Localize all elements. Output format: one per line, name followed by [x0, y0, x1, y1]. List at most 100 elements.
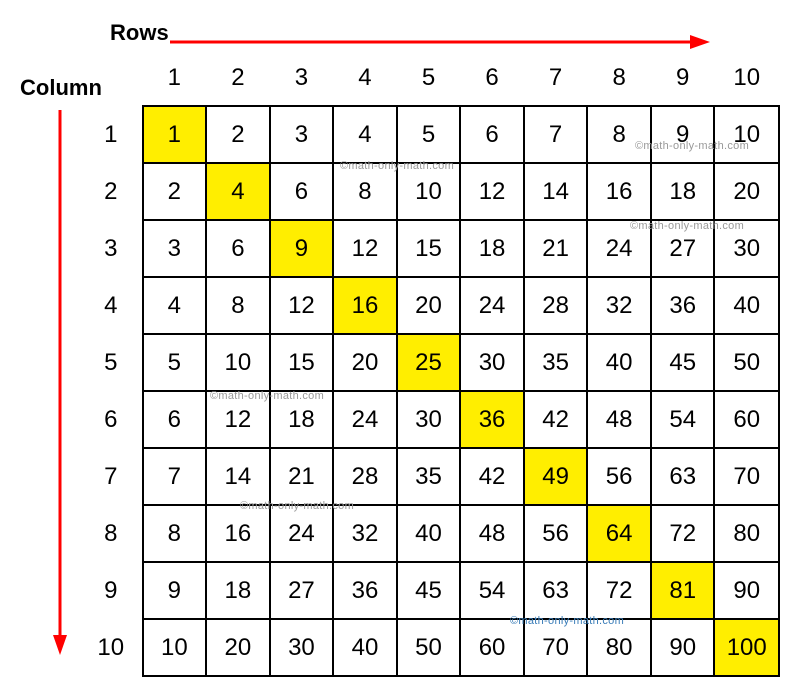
cell: 18 — [270, 391, 334, 448]
cell: 6 — [460, 106, 524, 163]
cell: 15 — [270, 334, 334, 391]
cell: 30 — [397, 391, 461, 448]
table-row: 3 3 6 9 12 15 18 21 24 27 30 — [80, 220, 779, 277]
multiplication-table: 1 2 3 4 5 6 7 8 9 10 1 1 2 3 4 5 6 7 8 — [80, 50, 780, 677]
cell: 90 — [651, 619, 715, 676]
cell: 80 — [587, 619, 651, 676]
cell: 50 — [714, 334, 779, 391]
cell: 63 — [524, 562, 588, 619]
col-header: 9 — [651, 50, 715, 106]
table-row: 6 6 12 18 24 30 36 42 48 54 60 — [80, 391, 779, 448]
cell: 14 — [206, 448, 270, 505]
cell: 27 — [270, 562, 334, 619]
cell: 6 — [143, 391, 207, 448]
cell: 16 — [206, 505, 270, 562]
cell: 18 — [651, 163, 715, 220]
row-header: 3 — [80, 220, 143, 277]
cell: 72 — [587, 562, 651, 619]
cell: 80 — [714, 505, 779, 562]
cell: 7 — [143, 448, 207, 505]
cell: 12 — [270, 277, 334, 334]
cell: 24 — [587, 220, 651, 277]
cell: 48 — [460, 505, 524, 562]
cell: 3 — [270, 106, 334, 163]
cell: 12 — [333, 220, 397, 277]
col-header: 3 — [270, 50, 334, 106]
cell: 2 — [206, 106, 270, 163]
cell: 42 — [460, 448, 524, 505]
cell: 30 — [460, 334, 524, 391]
rows-axis-label: Rows — [110, 20, 169, 46]
cell: 20 — [714, 163, 779, 220]
header-row: 1 2 3 4 5 6 7 8 9 10 — [80, 50, 779, 106]
cell: 28 — [524, 277, 588, 334]
cell: 21 — [524, 220, 588, 277]
cell: 24 — [460, 277, 524, 334]
cell: 72 — [651, 505, 715, 562]
cell: 45 — [397, 562, 461, 619]
cell: 45 — [651, 334, 715, 391]
cell: 50 — [397, 619, 461, 676]
cell: 4 — [206, 163, 270, 220]
cell: 24 — [333, 391, 397, 448]
cell: 60 — [460, 619, 524, 676]
cell: 5 — [397, 106, 461, 163]
cell: 20 — [206, 619, 270, 676]
cell: 8 — [587, 106, 651, 163]
cell: 49 — [524, 448, 588, 505]
cell: 32 — [333, 505, 397, 562]
cell: 15 — [397, 220, 461, 277]
cell: 20 — [333, 334, 397, 391]
cell: 56 — [587, 448, 651, 505]
col-header: 4 — [333, 50, 397, 106]
cell: 12 — [460, 163, 524, 220]
cell: 8 — [206, 277, 270, 334]
cell: 35 — [397, 448, 461, 505]
cell: 40 — [333, 619, 397, 676]
cell: 10 — [143, 619, 207, 676]
row-header: 9 — [80, 562, 143, 619]
cell: 2 — [143, 163, 207, 220]
col-header: 5 — [397, 50, 461, 106]
cell: 7 — [524, 106, 588, 163]
table-row: 5 5 10 15 20 25 30 35 40 45 50 — [80, 334, 779, 391]
row-header: 7 — [80, 448, 143, 505]
cell: 12 — [206, 391, 270, 448]
cell: 48 — [587, 391, 651, 448]
cell: 42 — [524, 391, 588, 448]
col-header: 8 — [587, 50, 651, 106]
table-row: 10 10 20 30 40 50 60 70 80 90 100 — [80, 619, 779, 676]
cell: 64 — [587, 505, 651, 562]
cell: 18 — [206, 562, 270, 619]
cell: 9 — [651, 106, 715, 163]
cell: 27 — [651, 220, 715, 277]
cell: 9 — [143, 562, 207, 619]
col-header: 10 — [714, 50, 779, 106]
cell: 10 — [206, 334, 270, 391]
table-row: 7 7 14 21 28 35 42 49 56 63 70 — [80, 448, 779, 505]
cell: 6 — [206, 220, 270, 277]
col-header: 6 — [460, 50, 524, 106]
cell: 3 — [143, 220, 207, 277]
row-header: 10 — [80, 619, 143, 676]
cell: 30 — [270, 619, 334, 676]
table-row: 8 8 16 24 32 40 48 56 64 72 80 — [80, 505, 779, 562]
cell: 63 — [651, 448, 715, 505]
cell: 4 — [143, 277, 207, 334]
cell: 60 — [714, 391, 779, 448]
row-header: 6 — [80, 391, 143, 448]
cell: 90 — [714, 562, 779, 619]
cell: 81 — [651, 562, 715, 619]
cell: 24 — [270, 505, 334, 562]
table-row: 1 1 2 3 4 5 6 7 8 9 10 — [80, 106, 779, 163]
cell: 36 — [333, 562, 397, 619]
cell: 4 — [333, 106, 397, 163]
cell: 16 — [587, 163, 651, 220]
cell: 36 — [460, 391, 524, 448]
cell: 36 — [651, 277, 715, 334]
cell: 28 — [333, 448, 397, 505]
col-header: 2 — [206, 50, 270, 106]
cell: 70 — [714, 448, 779, 505]
cell: 9 — [270, 220, 334, 277]
table-row: 9 9 18 27 36 45 54 63 72 81 90 — [80, 562, 779, 619]
